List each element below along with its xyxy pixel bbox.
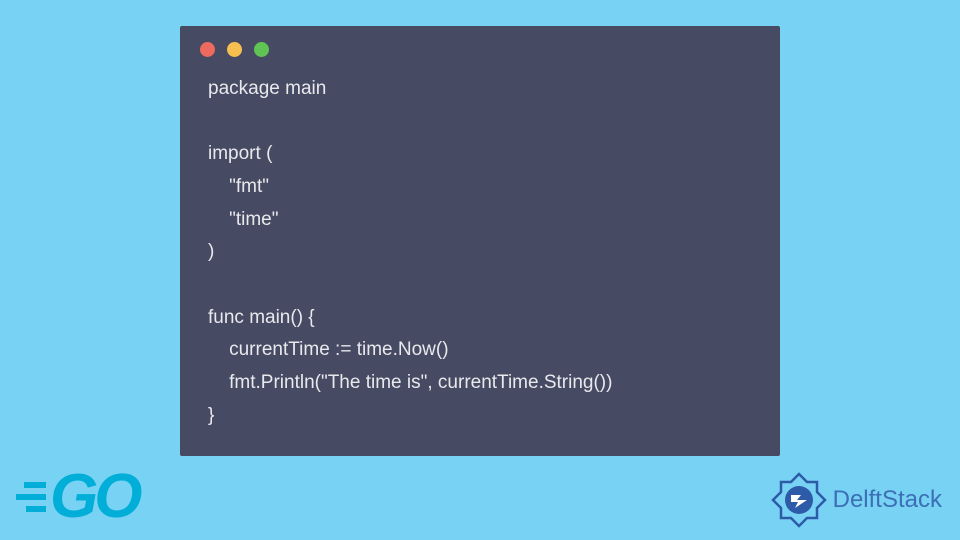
go-logo-text: GO bbox=[50, 461, 138, 532]
code-line: ) bbox=[208, 241, 214, 262]
code-line: } bbox=[208, 405, 214, 426]
minimize-icon[interactable] bbox=[227, 42, 242, 57]
window-controls bbox=[180, 26, 780, 65]
maximize-icon[interactable] bbox=[254, 42, 269, 57]
close-icon[interactable] bbox=[200, 42, 215, 57]
go-logo: GO bbox=[12, 461, 138, 532]
code-line: func main() { bbox=[208, 307, 315, 328]
code-window: package main import ( "fmt" "time" ) fun… bbox=[180, 26, 780, 456]
delftstack-branding: DelftStack bbox=[771, 472, 942, 528]
code-line: import ( bbox=[208, 143, 272, 164]
code-line: package main bbox=[208, 78, 326, 99]
delftstack-logo-icon bbox=[771, 472, 827, 528]
go-speed-lines-icon bbox=[12, 482, 46, 512]
code-line: "time" bbox=[208, 209, 279, 230]
code-line: "fmt" bbox=[208, 176, 269, 197]
code-line: fmt.Println("The time is", currentTime.S… bbox=[208, 372, 612, 393]
code-block: package main import ( "fmt" "time" ) fun… bbox=[180, 65, 780, 440]
code-line: currentTime := time.Now() bbox=[208, 339, 449, 360]
delftstack-label: DelftStack bbox=[833, 486, 942, 514]
